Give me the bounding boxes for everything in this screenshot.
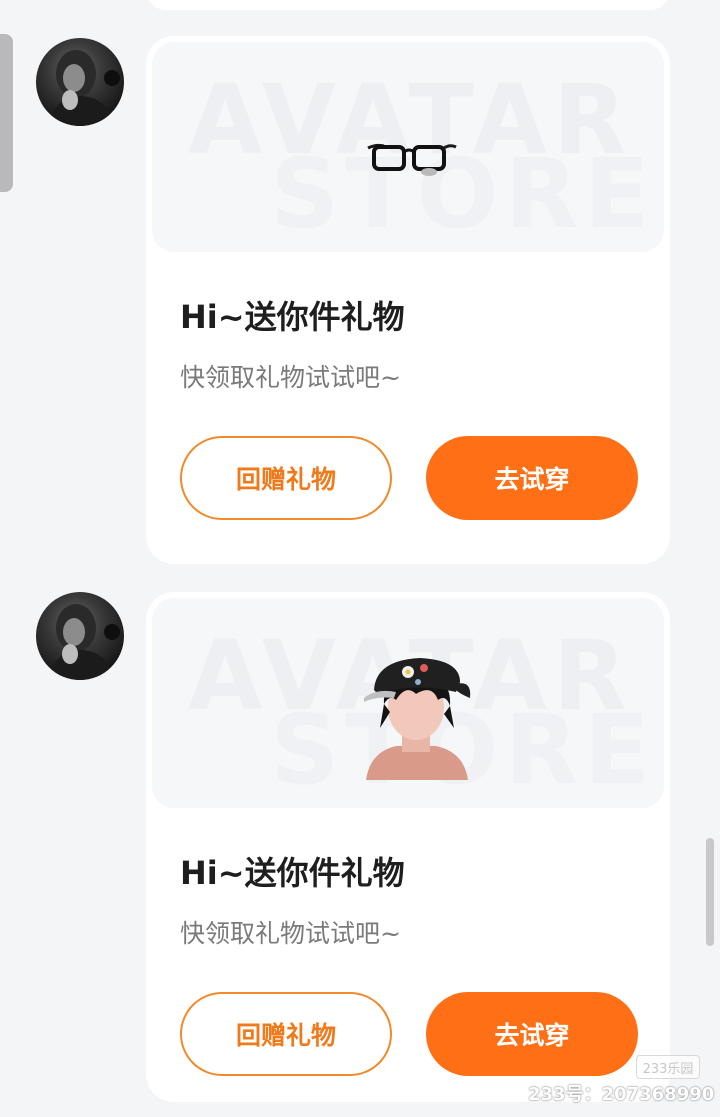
- avatar-photo-icon: [46, 604, 120, 680]
- gift-title: Hi~送你件礼物: [180, 854, 405, 892]
- gift-subtitle: 快领取礼物试试吧~: [180, 363, 401, 392]
- side-drawer-handle[interactable]: [0, 34, 13, 192]
- gift-banner: AVATAR STORE: [152, 42, 664, 252]
- gift-banner: AVATAR STORE: [152, 598, 664, 808]
- gift-card: AVATAR STORE Hi~送你件礼物 快领取礼物试试吧~ 回赠礼物 去试穿: [146, 592, 670, 1102]
- return-gift-button[interactable]: 回赠礼物: [180, 992, 392, 1076]
- site-watermark-id: 233号：207368990: [528, 1084, 715, 1105]
- try-on-button[interactable]: 去试穿: [426, 992, 638, 1076]
- previous-message-card: [146, 0, 670, 10]
- return-gift-button[interactable]: 回赠礼物: [180, 436, 392, 520]
- gift-card: AVATAR STORE Hi~送你件礼物 快领取礼物试试吧~ 回赠礼物 去试穿: [146, 36, 670, 564]
- avatar-photo-icon: [46, 50, 120, 126]
- scrollbar[interactable]: [706, 838, 714, 946]
- try-on-button[interactable]: 去试穿: [426, 436, 638, 520]
- sender-avatar[interactable]: [36, 592, 124, 680]
- banner-watermark-line2: STORE: [270, 138, 656, 250]
- gift-title: Hi~送你件礼物: [180, 298, 405, 336]
- sender-avatar[interactable]: [36, 38, 124, 126]
- glasses-icon: [367, 143, 457, 176]
- gift-subtitle: 快领取礼物试试吧~: [180, 919, 401, 948]
- site-watermark-logo: 233乐园: [636, 1055, 700, 1079]
- avatar-with-cap-icon: [364, 658, 471, 780]
